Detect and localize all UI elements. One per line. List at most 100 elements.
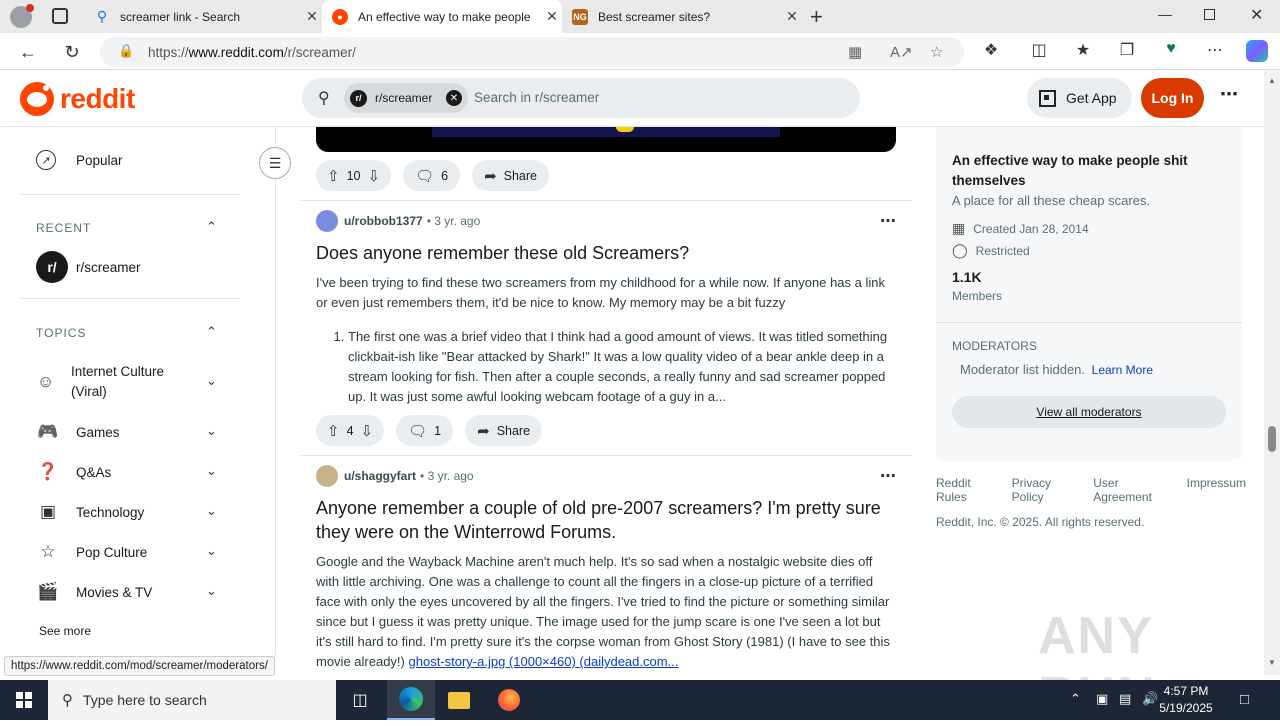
community-info-panel: An effective way to make people shit the… <box>936 127 1242 461</box>
chevron-down-icon[interactable]: ⌄ <box>206 463 217 479</box>
sidebar-item-popular[interactable]: ↗ Popular <box>36 150 123 170</box>
scroll-up-icon[interactable]: ▲ <box>1268 76 1276 85</box>
more-options-icon[interactable]: ⋯ <box>1220 84 1238 105</box>
sidebar-item-label: Movies & TV <box>76 584 153 600</box>
extensions-icon[interactable]: ❖ <box>979 40 1003 60</box>
post-author[interactable]: u/shaggyfart <box>344 469 416 483</box>
collapse-sidebar-button[interactable]: ☰ <box>259 147 291 179</box>
lock-icon[interactable]: 🔒 <box>118 43 134 59</box>
network-icon[interactable]: ▤ <box>1119 691 1131 707</box>
image-link[interactable]: ghost-story-a.jpg (1000×460) (dailydead.… <box>409 654 679 669</box>
scrollbar-thumb[interactable] <box>1268 426 1276 452</box>
post-options-icon[interactable]: ⋯ <box>880 211 896 231</box>
post-options-icon[interactable]: ⋯ <box>880 466 896 486</box>
post-author[interactable]: u/robbob1377 <box>344 214 423 228</box>
settings-more-icon[interactable]: ⋯ <box>1203 40 1227 60</box>
post-title[interactable]: Anyone remember a couple of old pre-2007… <box>316 496 896 544</box>
close-tab-icon[interactable]: ✕ <box>782 8 802 25</box>
restore-icon[interactable] <box>1204 9 1215 20</box>
notifications-icon[interactable]: □ <box>1240 691 1249 708</box>
app-available-icon[interactable]: ▦ <box>848 43 862 61</box>
footer-link-privacy[interactable]: Privacy Policy <box>1012 476 1086 504</box>
browser-tab-bar: ⚲ screamer link - Search ✕ ● An effectiv… <box>0 0 1280 33</box>
share-button[interactable]: ➦ Share <box>472 160 549 191</box>
favorite-star-icon[interactable]: ☆ <box>930 43 943 61</box>
upvote-icon[interactable]: ⇧ <box>327 422 340 440</box>
chevron-up-icon[interactable]: ⌃ <box>206 219 217 235</box>
downvote-icon[interactable]: ⇩ <box>361 422 374 440</box>
topics-heading[interactable]: TOPICS <box>36 326 86 340</box>
security-tray-icon[interactable]: ▣ <box>1096 691 1108 707</box>
tab-reddit[interactable]: ● An effective way to make people ✕ <box>322 0 562 33</box>
chevron-down-icon[interactable]: ⌄ <box>206 503 217 519</box>
subreddit-filter-chip[interactable]: r/ r/screamer ✕ <box>344 83 468 113</box>
sidebar-item-movies-tv[interactable]: 🎬 Movies & TV <box>36 580 152 604</box>
browser-essentials-icon[interactable]: ♥ <box>1159 40 1183 58</box>
split-screen-icon[interactable]: ◫ <box>1027 40 1051 60</box>
url-text[interactable]: https://www.reddit.com/r/screamer/ <box>148 45 356 60</box>
tab-screamer-sites[interactable]: NG Best screamer sites? ✕ <box>562 0 802 33</box>
search-bar[interactable]: ⚲ r/ r/screamer ✕ Search in r/screamer <box>302 78 860 118</box>
tab-search[interactable]: ⚲ screamer link - Search ✕ <box>84 0 322 33</box>
chevron-down-icon[interactable]: ⌄ <box>206 423 217 439</box>
system-clock[interactable]: 4:57 PM 5/19/2025 <box>1150 683 1222 717</box>
share-button[interactable]: ➦ Share <box>465 415 543 446</box>
site-icon: NG <box>572 8 588 25</box>
video-thumbnail[interactable] <box>316 127 896 152</box>
footer-link-rules[interactable]: Reddit Rules <box>936 476 1004 504</box>
reddit-logo[interactable]: reddit <box>20 82 135 116</box>
close-tab-icon[interactable]: ✕ <box>542 8 562 25</box>
profile-icon[interactable] <box>10 4 34 28</box>
chevron-up-icon[interactable]: ⌃ <box>206 324 217 340</box>
show-hidden-icons[interactable]: ⌃ <box>1070 691 1081 707</box>
read-aloud-icon[interactable]: A↗ <box>890 43 913 61</box>
copilot-icon[interactable] <box>1246 40 1268 62</box>
downvote-icon[interactable]: ⇩ <box>367 167 380 185</box>
learn-more-link[interactable]: Learn More <box>1092 363 1153 377</box>
comments-button[interactable]: 🗨 6 <box>403 160 461 191</box>
minimize-icon[interactable]: — <box>1158 6 1172 22</box>
sidebar-item-qas[interactable]: ❓ Q&As <box>36 460 111 484</box>
comments-button[interactable]: 🗨 1 <box>396 415 454 446</box>
moderators-heading: MODERATORS <box>952 339 1037 353</box>
sidebar-item-internet-culture[interactable]: ☺ Internet Culture (Viral) <box>36 362 176 402</box>
chevron-down-icon[interactable]: ⌄ <box>206 373 217 389</box>
firefox-taskbar-icon[interactable] <box>485 680 533 720</box>
comment-count: 1 <box>434 423 442 438</box>
search-input[interactable]: Search in r/screamer <box>474 90 599 105</box>
file-explorer-icon[interactable] <box>435 680 483 720</box>
close-window-icon[interactable]: ✕ <box>1250 5 1263 25</box>
clear-chip-icon[interactable]: ✕ <box>446 90 462 106</box>
chevron-down-icon[interactable]: ⌄ <box>206 583 217 599</box>
address-bar[interactable]: 🔒 https://www.reddit.com/r/screamer/ ▦ A… <box>100 37 964 67</box>
tab-actions-icon[interactable] <box>52 8 68 24</box>
edge-taskbar-icon[interactable] <box>387 680 435 720</box>
back-icon[interactable]: ← <box>15 39 41 65</box>
sidebar-item-pop-culture[interactable]: ☆ Pop Culture <box>36 540 147 564</box>
chevron-down-icon[interactable]: ⌄ <box>206 543 217 559</box>
page-scrollbar[interactable]: ▲ ▼ <box>1264 70 1280 675</box>
recent-heading[interactable]: RECENT <box>36 221 91 235</box>
see-more-link[interactable]: See more <box>39 624 91 638</box>
avatar[interactable] <box>316 465 338 487</box>
new-tab-icon[interactable]: + <box>810 4 823 30</box>
footer-link-impressum[interactable]: Impressum <box>1187 476 1246 504</box>
collections-icon[interactable]: ❐ <box>1115 40 1139 60</box>
subreddit-avatar-icon: r/ <box>36 251 68 283</box>
avatar[interactable] <box>316 210 338 232</box>
view-all-moderators-button[interactable]: View all moderators <box>952 396 1226 428</box>
close-tab-icon[interactable]: ✕ <box>302 8 322 25</box>
login-button[interactable]: Log In <box>1141 78 1204 118</box>
taskbar-search-box[interactable]: ⚲ Type here to search <box>48 680 336 720</box>
footer-link-user-agreement[interactable]: User Agreement <box>1093 476 1178 504</box>
sidebar-item-recent-screamer[interactable]: r/ r/screamer <box>36 251 141 283</box>
task-view-icon[interactable]: ◫ <box>336 680 384 720</box>
upvote-icon[interactable]: ⇧ <box>327 167 340 185</box>
sidebar-item-technology[interactable]: ▣ Technology <box>36 500 144 524</box>
refresh-icon[interactable]: ↻ <box>59 39 85 65</box>
favorites-icon[interactable]: ★ <box>1071 40 1095 60</box>
post-title[interactable]: Does anyone remember these old Screamers… <box>316 241 896 265</box>
start-button[interactable] <box>0 680 48 720</box>
get-app-button[interactable]: Get App <box>1027 78 1132 118</box>
sidebar-item-games[interactable]: 🎮 Games <box>36 420 119 444</box>
